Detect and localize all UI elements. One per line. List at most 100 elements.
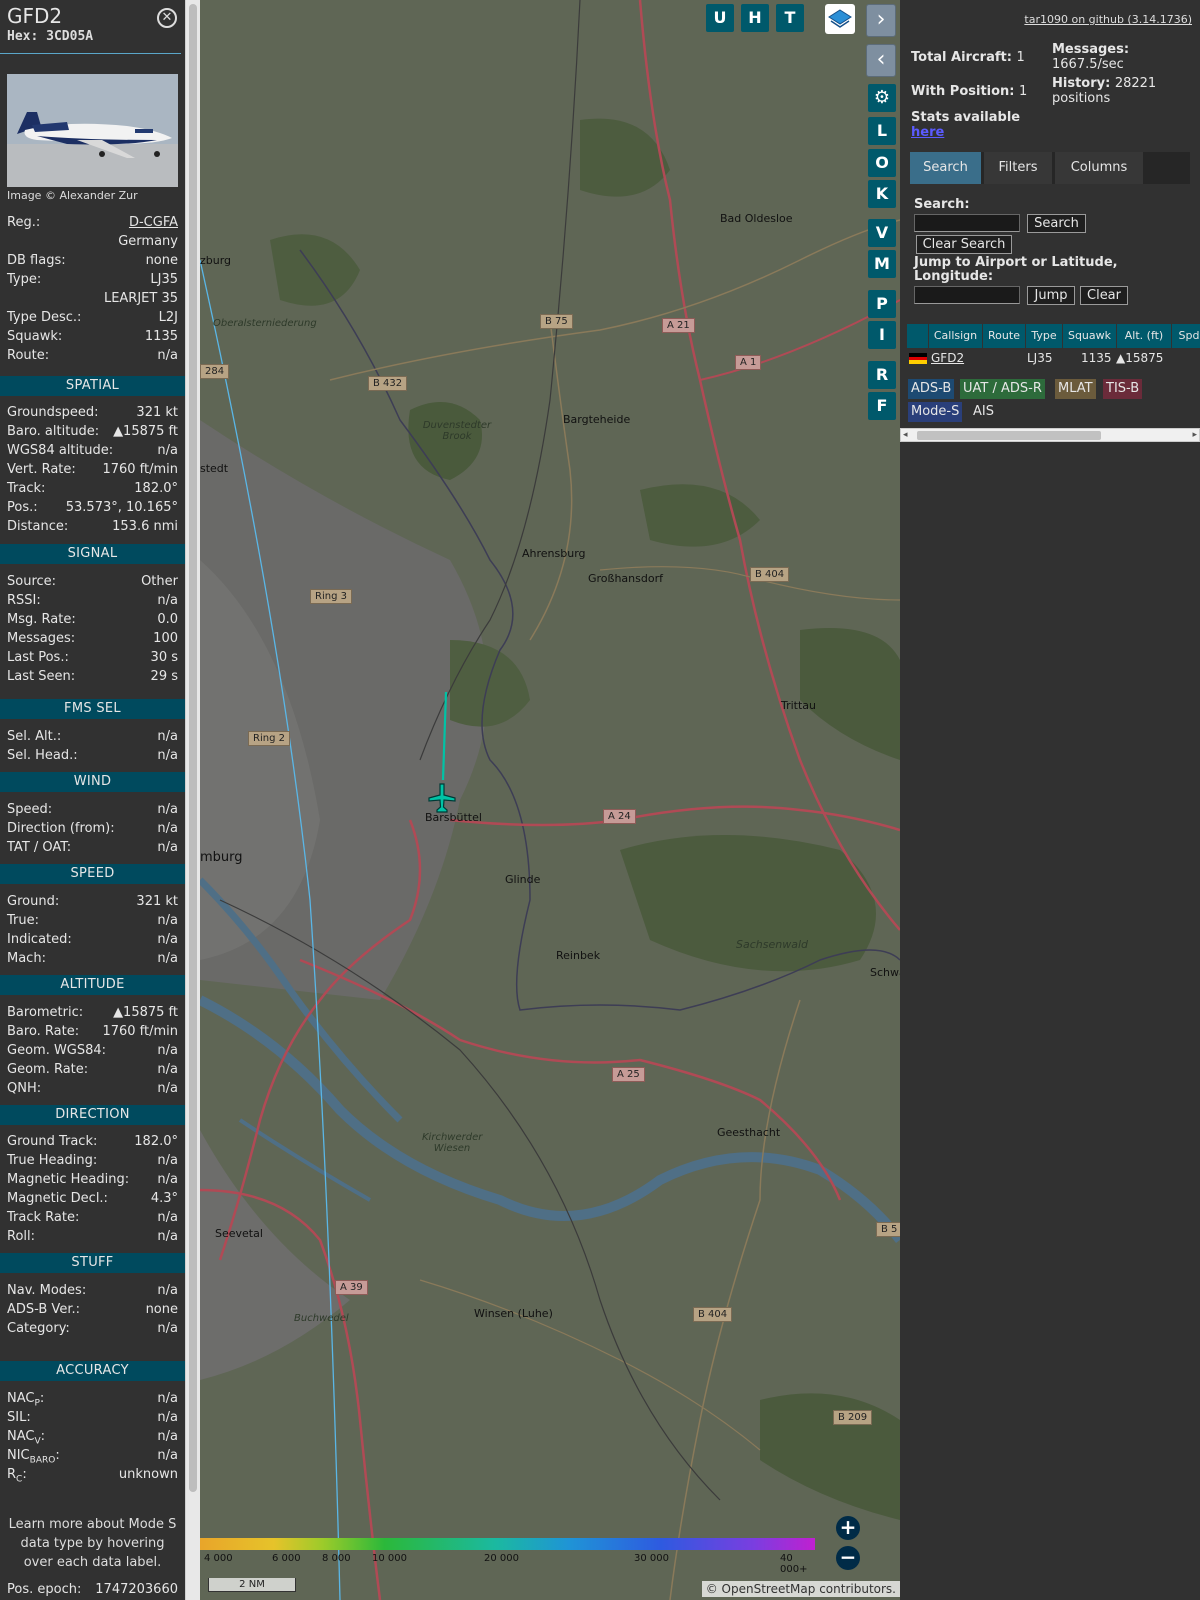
info-row-label[interactable]: Speed: — [7, 800, 52, 819]
table-horizontal-scrollbar[interactable]: ◂ ▸ — [900, 428, 1200, 442]
info-row-label[interactable]: DB flags: — [7, 251, 66, 270]
info-row-label[interactable]: Geom. Rate: — [7, 1060, 88, 1079]
toggle-t-button[interactable]: T — [776, 4, 804, 32]
toggle-v-button[interactable]: V — [868, 219, 896, 247]
info-row-label[interactable]: Last Seen: — [7, 667, 75, 686]
toggle-h-button[interactable]: H — [741, 4, 769, 32]
toggle-k-button[interactable]: K — [868, 180, 896, 208]
toggle-m-button[interactable]: M — [868, 250, 896, 278]
zoom-out-icon[interactable]: − — [836, 1546, 860, 1570]
place-label: Winsen (Luhe) — [474, 1307, 553, 1320]
search-button[interactable]: Search — [1027, 214, 1086, 233]
info-row-label[interactable]: Sel. Alt.: — [7, 727, 61, 746]
info-row-label[interactable]: Nav. Modes: — [7, 1281, 86, 1300]
place-label: Barsbüttel — [425, 811, 482, 824]
info-row-label[interactable]: Baro. altitude: — [7, 422, 99, 441]
info-row-label[interactable]: Route: — [7, 346, 49, 365]
toggle-p-button[interactable]: P — [868, 290, 896, 318]
info-row-label[interactable]: Track Rate: — [7, 1208, 79, 1227]
col-type[interactable]: Type — [1026, 324, 1063, 348]
road-shield: Ring 3 — [310, 589, 352, 604]
github-link[interactable]: tar1090 on github (3.14.1736) — [1024, 13, 1192, 26]
info-row-label[interactable]: Type Desc.: — [7, 308, 81, 327]
info-row-label[interactable]: True Heading: — [7, 1151, 97, 1170]
road-shield: Ring 2 — [248, 731, 290, 746]
toggle-u-button[interactable]: U — [706, 4, 734, 32]
info-row-label[interactable]: Mach: — [7, 949, 46, 968]
toggle-l-button[interactable]: L — [868, 117, 896, 145]
col-speed[interactable]: Spd — [1172, 324, 1200, 348]
info-row-label[interactable]: WGS84 altitude: — [7, 441, 113, 460]
info-row-label[interactable]: Ground Track: — [7, 1132, 97, 1151]
info-row-label[interactable]: Sel. Head.: — [7, 746, 78, 765]
info-row-label[interactable]: RSSI: — [7, 591, 41, 610]
info-row-label[interactable]: Reg.: — [7, 213, 40, 232]
clear-search-button[interactable]: Clear Search — [916, 235, 1012, 254]
info-row-label[interactable]: Type: — [7, 270, 41, 289]
osm-link[interactable]: OpenStreetMap — [722, 1582, 816, 1596]
layers-icon[interactable] — [825, 4, 855, 34]
signal-rows: Source: Other RSSI: n/a Msg. Rate: 0.0 Message… — [0, 572, 185, 686]
close-icon[interactable]: ✕ — [157, 8, 177, 28]
table-row[interactable]: GFD2 LJ35 1135 ▲15875 — [907, 348, 1200, 368]
col-callsign[interactable]: Callsign — [929, 324, 983, 348]
info-row-label[interactable]: Barometric: — [7, 1003, 83, 1022]
tab-search[interactable]: Search — [910, 152, 981, 184]
info-row: NICBARO: n/a — [0, 1446, 185, 1466]
info-row-label[interactable]: Vert. Rate: — [7, 460, 76, 479]
info-row-label[interactable]: Category: — [7, 1319, 70, 1338]
tab-columns[interactable]: Columns — [1055, 152, 1143, 184]
col-flag[interactable] — [907, 324, 929, 348]
toggle-o-button[interactable]: O — [868, 149, 896, 177]
toggle-i-button[interactable]: I — [868, 321, 896, 349]
info-row-label[interactable]: Groundspeed: — [7, 403, 98, 422]
section-speed: SPEED — [0, 864, 185, 884]
col-altitude[interactable]: Alt. (ft) — [1117, 324, 1172, 348]
clear-button[interactable]: Clear — [1080, 286, 1128, 305]
info-row-value: n/a — [157, 913, 178, 928]
info-row-label[interactable]: Magnetic Heading: — [7, 1170, 129, 1189]
info-row-label[interactable]: Roll: — [7, 1227, 35, 1246]
zoom-in-icon[interactable]: + — [836, 1516, 860, 1540]
road-shield: B 5 — [876, 1222, 900, 1237]
info-row-label[interactable]: Direction (from): — [7, 819, 115, 838]
info-row-label[interactable]: ADS-B Ver.: — [7, 1300, 80, 1319]
info-row-label[interactable]: SIL: — [7, 1408, 31, 1427]
info-row-label[interactable]: Distance: — [7, 517, 68, 536]
info-row-value[interactable]: D-CGFA — [129, 213, 178, 232]
row-callsign[interactable]: GFD2 — [931, 348, 964, 368]
info-row-label[interactable]: Geom. WGS84: — [7, 1041, 106, 1060]
gear-icon[interactable]: ⚙ — [868, 84, 896, 112]
info-row-label[interactable]: True: — [7, 911, 39, 930]
chevron-right-icon[interactable]: › — [866, 4, 896, 37]
tab-filters[interactable]: Filters — [984, 152, 1052, 184]
info-row-label[interactable]: Msg. Rate: — [7, 610, 76, 629]
chevron-left-icon[interactable]: ‹ — [866, 44, 896, 77]
info-row-label[interactable]: Messages: — [7, 629, 75, 648]
info-row-label[interactable]: Indicated: — [7, 930, 72, 949]
info-row-label[interactable]: Ground: — [7, 892, 59, 911]
toggle-r-button[interactable]: R — [868, 361, 896, 389]
sidebar-tabs: Search Filters Columns — [910, 152, 1190, 184]
jump-input[interactable] — [914, 286, 1020, 304]
info-row-label[interactable]: QNH: — [7, 1079, 41, 1098]
info-row-label[interactable]: Pos.: — [7, 498, 38, 517]
map-view[interactable]: Bad Oldesloe Bargteheide Ahrensburg Groß… — [200, 0, 900, 1600]
info-panel-scrollbar[interactable] — [185, 0, 200, 1600]
jump-button[interactable]: Jump — [1027, 286, 1075, 305]
stats-link[interactable]: here — [911, 125, 944, 140]
info-row-value: n/a — [157, 932, 178, 947]
toggle-f-button[interactable]: F — [868, 392, 896, 420]
info-row-label[interactable]: Baro. Rate: — [7, 1022, 79, 1041]
col-squawk[interactable]: Squawk — [1063, 324, 1117, 348]
info-row-label[interactable]: Last Pos.: — [7, 648, 69, 667]
info-row-label[interactable]: Magnetic Decl.: — [7, 1189, 108, 1208]
info-row-label[interactable]: RC: — [7, 1465, 27, 1490]
info-row-label[interactable]: Squawk: — [7, 327, 62, 346]
aircraft-photo[interactable] — [7, 74, 178, 187]
info-row-label[interactable]: Track: — [7, 479, 45, 498]
info-row-label[interactable]: TAT / OAT: — [7, 838, 71, 857]
info-row-label[interactable]: Source: — [7, 572, 56, 591]
search-input[interactable] — [914, 214, 1020, 232]
col-route[interactable]: Route — [983, 324, 1026, 348]
